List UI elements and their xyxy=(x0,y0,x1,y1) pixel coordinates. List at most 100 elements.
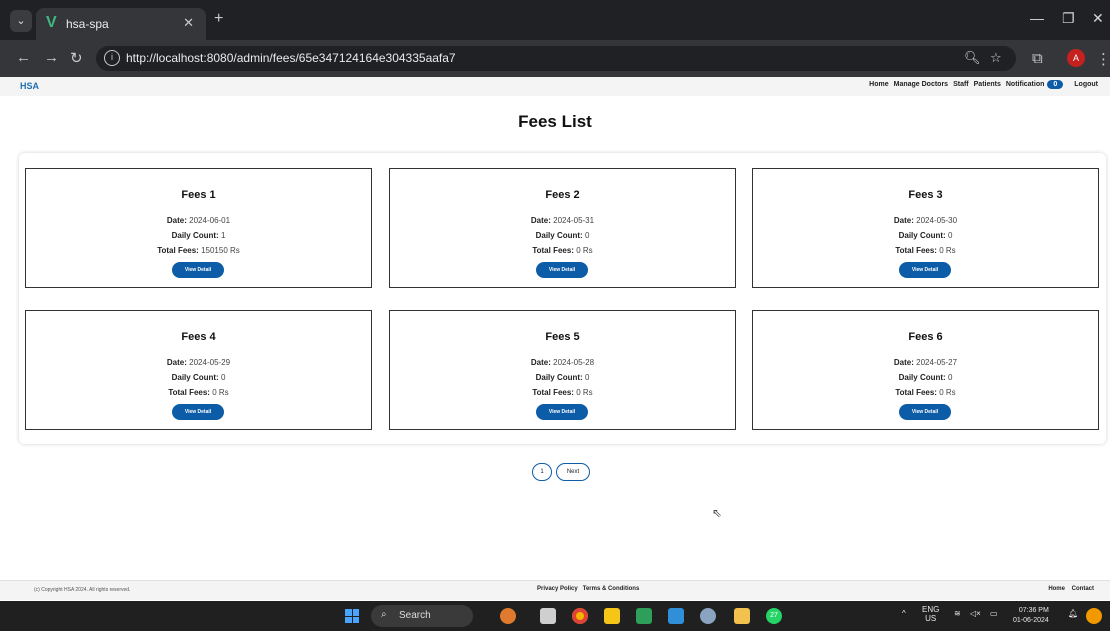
footer-home-link[interactable]: Home xyxy=(1048,586,1065,592)
battery-icon[interactable]: ▭ xyxy=(990,609,998,618)
fee-card-title: Fees 4 xyxy=(181,331,216,343)
fee-card-title: Fees 2 xyxy=(545,189,580,201)
task-view-icon[interactable] xyxy=(540,608,556,624)
nav-notification[interactable]: Notification 0 xyxy=(1006,80,1064,89)
site-info-icon[interactable]: i xyxy=(104,50,120,66)
total-fees-value: 150150 Rs xyxy=(201,246,240,255)
reload-icon[interactable]: ↻ xyxy=(70,49,83,67)
daily-count-label: Daily Count: xyxy=(171,231,219,240)
folder-icon[interactable] xyxy=(734,608,750,624)
view-detail-button[interactable]: View Detail xyxy=(899,262,951,278)
whatsapp-icon[interactable]: 27 xyxy=(766,608,782,624)
fee-daily-count: Daily Count: 1 xyxy=(26,231,371,240)
total-fees-value: 0 Rs xyxy=(939,246,956,255)
fee-card-title: Fees 5 xyxy=(545,331,580,343)
taskbar-clock[interactable]: 07:36 PM 01-06-2024 xyxy=(1013,606,1049,626)
tray-expand-icon[interactable]: ^ xyxy=(902,609,906,618)
view-detail-button[interactable]: View Detail xyxy=(536,262,588,278)
windows-start-icon[interactable] xyxy=(345,609,359,623)
daily-count-label: Daily Count: xyxy=(535,373,583,382)
wifi-icon[interactable]: ≋ xyxy=(954,609,961,618)
notification-bell-icon[interactable]: 🔔︎ xyxy=(1068,609,1078,618)
fee-date: Date: 2024-05-30 xyxy=(753,216,1098,225)
privacy-policy-link[interactable]: Privacy Policy xyxy=(537,586,578,592)
daily-count-value: 0 xyxy=(947,373,953,382)
editor-icon[interactable] xyxy=(636,608,652,624)
settings-icon[interactable] xyxy=(700,608,716,624)
next-page-button[interactable]: Next xyxy=(556,463,590,481)
daily-count-label: Daily Count: xyxy=(171,373,219,382)
fee-total: Total Fees: 0 Rs xyxy=(390,388,735,397)
date-label: Date: xyxy=(166,358,187,367)
url-text[interactable]: http://localhost:8080/admin/fees/65e3471… xyxy=(126,51,456,65)
date-value: 2024-06-01 xyxy=(189,216,231,225)
fee-total: Total Fees: 0 Rs xyxy=(390,246,735,255)
footer-policy-links: Privacy Policy Terms & Conditions xyxy=(537,586,639,592)
volume-icon[interactable]: ◁× xyxy=(970,609,981,618)
widget-icon[interactable] xyxy=(500,608,516,624)
fee-total: Total Fees: 0 Rs xyxy=(753,246,1098,255)
date-label: Date: xyxy=(893,216,914,225)
nav-manage-doctors[interactable]: Manage Doctors xyxy=(894,81,948,88)
view-detail-button[interactable]: View Detail xyxy=(172,404,224,420)
fee-daily-count: Daily Count: 0 xyxy=(753,373,1098,382)
daily-count-value: 0 xyxy=(584,231,590,240)
lang-top: ENG xyxy=(922,605,940,614)
fee-total: Total Fees: 150150 Rs xyxy=(26,246,371,255)
date-value: 2024-05-28 xyxy=(553,358,595,367)
nav-home[interactable]: Home xyxy=(869,81,888,88)
mouse-cursor-icon: ⇖ xyxy=(712,506,723,520)
windows-taskbar: ⌕ Search 27 ^ ENG US ≋ ◁× ▭ 07:36 PM 01-0… xyxy=(0,601,1110,631)
fee-daily-count: Daily Count: 0 xyxy=(753,231,1098,240)
total-fees-label: Total Fees: xyxy=(895,246,937,255)
nav-logout[interactable]: Logout xyxy=(1074,81,1098,88)
footer-contact-link[interactable]: Contact xyxy=(1072,586,1094,592)
page-1-button[interactable]: 1 xyxy=(532,463,552,481)
zoom-icon[interactable]: 🔍︎ xyxy=(964,50,981,66)
file-manager-icon[interactable] xyxy=(604,608,620,624)
language-indicator[interactable]: ENG US xyxy=(922,605,939,623)
window-close-icon[interactable]: ✕ xyxy=(1092,10,1104,27)
total-fees-label: Total Fees: xyxy=(532,246,574,255)
vscode-icon[interactable] xyxy=(668,608,684,624)
brand-logo[interactable]: HSA xyxy=(20,81,39,91)
total-fees-label: Total Fees: xyxy=(895,388,937,397)
lang-bottom: US xyxy=(925,614,937,623)
fee-card-title: Fees 1 xyxy=(181,189,216,201)
daily-count-value: 0 xyxy=(584,373,590,382)
date-label: Date: xyxy=(530,216,551,225)
forward-icon[interactable]: → xyxy=(44,49,59,66)
fee-daily-count: Daily Count: 0 xyxy=(26,373,371,382)
view-detail-button[interactable]: View Detail xyxy=(536,404,588,420)
nav-links: Home Manage Doctors Staff Patients Notif… xyxy=(869,80,1098,89)
bookmark-star-icon[interactable]: ☆ xyxy=(990,50,1002,66)
date-value: 2024-05-29 xyxy=(189,358,231,367)
restore-icon[interactable]: ❐ xyxy=(1062,10,1075,27)
extensions-icon[interactable]: ⧉ xyxy=(1032,50,1043,67)
tab-close-icon[interactable]: ✕ xyxy=(183,15,194,31)
nav-patients[interactable]: Patients xyxy=(974,81,1001,88)
fee-card: Fees 4 Date: 2024-05-29 Daily Count: 0 T… xyxy=(25,310,372,430)
view-detail-button[interactable]: View Detail xyxy=(172,262,224,278)
taskbar-search[interactable]: ⌕ Search xyxy=(371,605,473,627)
browser-tab[interactable]: V hsa-spa ✕ xyxy=(36,8,206,40)
address-bar[interactable]: i http://localhost:8080/admin/fees/65e34… xyxy=(96,46,1016,71)
view-detail-button[interactable]: View Detail xyxy=(899,404,951,420)
taskbar-search-label: Search xyxy=(399,610,431,621)
profile-avatar[interactable]: A xyxy=(1067,49,1085,67)
vue-favicon-icon: V xyxy=(46,14,57,31)
copilot-icon[interactable] xyxy=(1086,608,1102,624)
browser-menu-icon[interactable]: ⋮ xyxy=(1096,50,1110,68)
fees-panel: Fees 1 Date: 2024-06-01 Daily Count: 1 T… xyxy=(19,153,1106,444)
back-icon[interactable]: ← xyxy=(16,49,31,66)
chrome-icon[interactable] xyxy=(572,608,588,624)
daily-count-value: 0 xyxy=(947,231,953,240)
tab-search-menu-icon[interactable]: ⌄ xyxy=(10,10,32,32)
fee-date: Date: 2024-05-29 xyxy=(26,358,371,367)
new-tab-icon[interactable]: + xyxy=(214,10,223,28)
minimize-icon[interactable]: — xyxy=(1030,10,1044,26)
pagination: 1 Next xyxy=(532,463,590,481)
nav-staff[interactable]: Staff xyxy=(953,81,969,88)
date-label: Date: xyxy=(166,216,187,225)
terms-link[interactable]: Terms & Conditions xyxy=(583,586,640,592)
